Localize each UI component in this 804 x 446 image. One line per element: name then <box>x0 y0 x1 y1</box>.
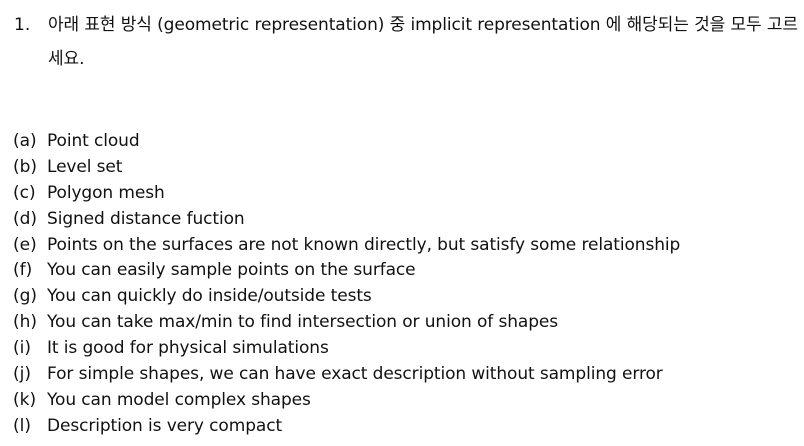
option-text: Polygon mesh <box>47 182 165 203</box>
option-text: Points on the surfaces are not known dir… <box>47 234 681 255</box>
option-text: Signed distance fuction <box>47 208 245 229</box>
option-h: (h) You can take max/min to find interse… <box>13 310 793 336</box>
option-f: (f) You can easily sample points on the … <box>13 258 793 284</box>
option-label: (d) <box>13 208 38 229</box>
option-a: (a) Point cloud <box>13 129 793 155</box>
option-k: (k) You can model complex shapes <box>13 388 793 414</box>
option-label: (l) <box>13 415 31 436</box>
option-text: Description is very compact <box>47 415 283 436</box>
question-block: 1. 아래 표현 방식 (geometric representation) 중… <box>14 8 800 76</box>
option-text: Level set <box>47 156 123 177</box>
option-i: (i) It is good for physical simulations <box>13 336 793 362</box>
option-text: For simple shapes, we can have exact des… <box>47 364 663 385</box>
option-label: (c) <box>13 182 36 203</box>
question-line: 1. 아래 표현 방식 (geometric representation) 중… <box>14 8 800 76</box>
option-d: (d) Signed distance fuction <box>13 207 793 233</box>
option-label: (a) <box>13 131 37 151</box>
option-text: Point cloud <box>47 131 140 151</box>
option-e: (e) Points on the surfaces are not known… <box>13 233 793 259</box>
question-number: 1. <box>14 15 31 35</box>
option-text: You can model complex shapes <box>47 389 311 410</box>
option-label: (b) <box>13 156 38 177</box>
option-b: (b) Level set <box>13 155 793 181</box>
option-label: (j) <box>13 364 31 385</box>
question-text: 아래 표현 방식 (geometric representation) 중 im… <box>48 15 798 69</box>
option-c: (c) Polygon mesh <box>13 181 793 207</box>
option-text: You can easily sample points on the surf… <box>47 260 416 281</box>
option-label: (e) <box>13 234 37 255</box>
option-label: (h) <box>13 312 38 333</box>
option-label: (k) <box>13 389 37 410</box>
option-l: (l) Description is very compact <box>13 414 793 440</box>
option-label: (i) <box>13 338 31 359</box>
option-j: (j) For simple shapes, we can have exact… <box>13 362 793 388</box>
answer-options-list: (a) Point cloud (b) Level set (c) Polygo… <box>13 129 793 440</box>
option-text: You can quickly do inside/outside tests <box>47 286 372 307</box>
option-g: (g) You can quickly do inside/outside te… <box>13 284 793 310</box>
option-label: (g) <box>13 286 38 307</box>
option-label: (f) <box>13 260 33 281</box>
option-text: It is good for physical simulations <box>47 338 329 359</box>
option-text: You can take max/min to find intersectio… <box>47 312 559 333</box>
